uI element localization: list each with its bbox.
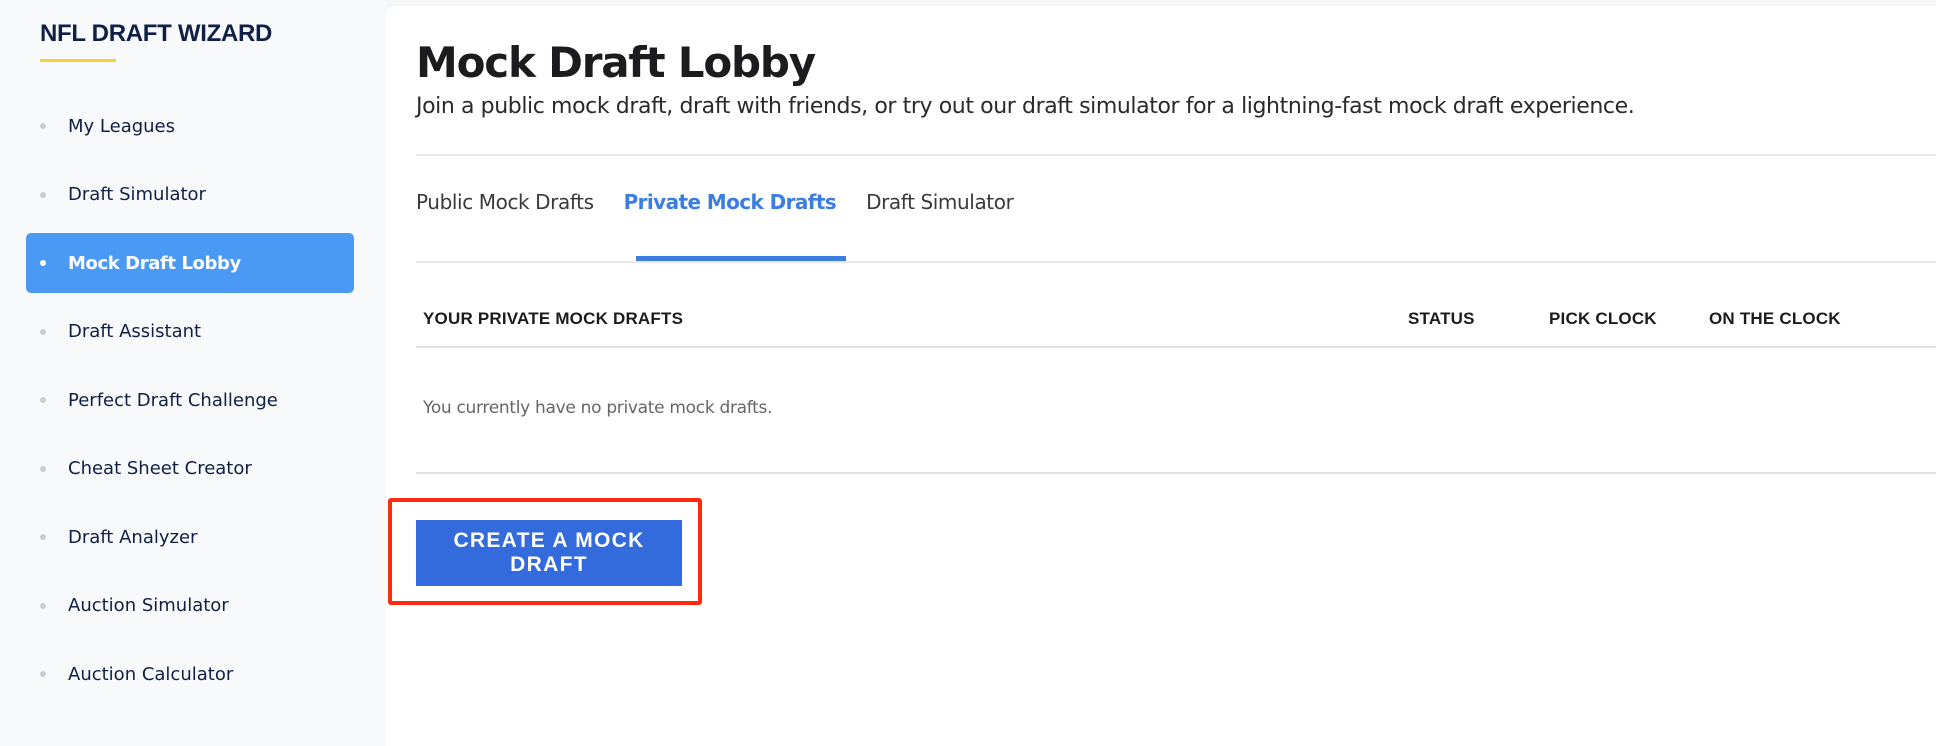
sidebar-item-auction-simulator[interactable]: Auction Simulator xyxy=(26,576,354,636)
sidebar-item-label: Draft Simulator xyxy=(68,184,206,205)
bullet-icon xyxy=(40,123,46,129)
bullet-icon xyxy=(40,191,46,198)
sidebar-item-draft-assistant[interactable]: Draft Assistant xyxy=(26,302,354,362)
app-logo[interactable]: NFL DRAFT WIZARD xyxy=(40,20,272,48)
sidebar-item-label: Draft Analyzer xyxy=(68,526,198,548)
tab-public-mock-drafts[interactable]: Public Mock Drafts xyxy=(416,190,594,214)
sidebar-nav: My Leagues Draft Simulator Mock Draft Lo… xyxy=(26,96,354,713)
sidebar-item-label: Auction Calculator xyxy=(68,663,234,685)
sidebar-item-label: Perfect Draft Challenge xyxy=(68,389,278,411)
create-mock-draft-button[interactable]: CREATE A MOCK DRAFT xyxy=(416,520,682,586)
page-title: Mock Draft Lobby xyxy=(416,38,816,87)
sidebar-item-label: Auction Simulator xyxy=(68,595,229,616)
sidebar: NFL DRAFT WIZARD My Leagues Draft Simula… xyxy=(0,0,386,746)
table-bottom-divider xyxy=(416,472,1936,474)
sidebar-item-my-leagues[interactable]: My Leagues xyxy=(26,96,354,156)
bullet-icon xyxy=(40,671,46,677)
sidebar-item-label: Mock Draft Lobby xyxy=(68,252,241,274)
tab-private-mock-drafts[interactable]: Private Mock Drafts xyxy=(624,190,837,214)
tab-bar: Public Mock Drafts Private Mock Drafts D… xyxy=(416,190,1043,214)
sidebar-item-perfect-draft-challenge[interactable]: Perfect Draft Challenge xyxy=(26,370,354,430)
column-header-pick-clock: PICK CLOCK xyxy=(1549,309,1657,328)
sidebar-item-auction-calculator[interactable]: Auction Calculator xyxy=(26,644,354,704)
bullet-icon xyxy=(40,260,46,266)
table-header-divider xyxy=(416,346,1936,348)
sidebar-item-label: Draft Assistant xyxy=(68,321,202,342)
tabs-divider xyxy=(416,261,1936,263)
header-divider xyxy=(416,154,1936,156)
bullet-icon xyxy=(40,534,46,540)
main-panel: Mock Draft Lobby Join a public mock draf… xyxy=(386,6,1936,746)
bullet-icon xyxy=(40,397,46,403)
sidebar-item-mock-draft-lobby[interactable]: Mock Draft Lobby xyxy=(26,233,354,293)
column-header-status: STATUS xyxy=(1408,309,1475,328)
bullet-icon xyxy=(40,328,46,335)
sidebar-item-cheat-sheet-creator[interactable]: Cheat Sheet Creator xyxy=(26,439,354,499)
page-subtitle: Join a public mock draft, draft with fri… xyxy=(416,94,1635,119)
logo-underline xyxy=(40,59,116,62)
column-header-name: YOUR PRIVATE MOCK DRAFTS xyxy=(423,309,684,328)
bullet-icon xyxy=(40,465,46,472)
tab-draft-simulator[interactable]: Draft Simulator xyxy=(866,190,1014,214)
sidebar-item-label: Cheat Sheet Creator xyxy=(68,458,252,479)
sidebar-item-draft-simulator[interactable]: Draft Simulator xyxy=(26,165,354,225)
bullet-icon xyxy=(40,602,46,609)
empty-state-message: You currently have no private mock draft… xyxy=(423,398,773,418)
sidebar-item-label: My Leagues xyxy=(68,115,176,137)
column-header-on-the-clock: ON THE CLOCK xyxy=(1709,309,1841,328)
sidebar-item-draft-analyzer[interactable]: Draft Analyzer xyxy=(26,507,354,567)
